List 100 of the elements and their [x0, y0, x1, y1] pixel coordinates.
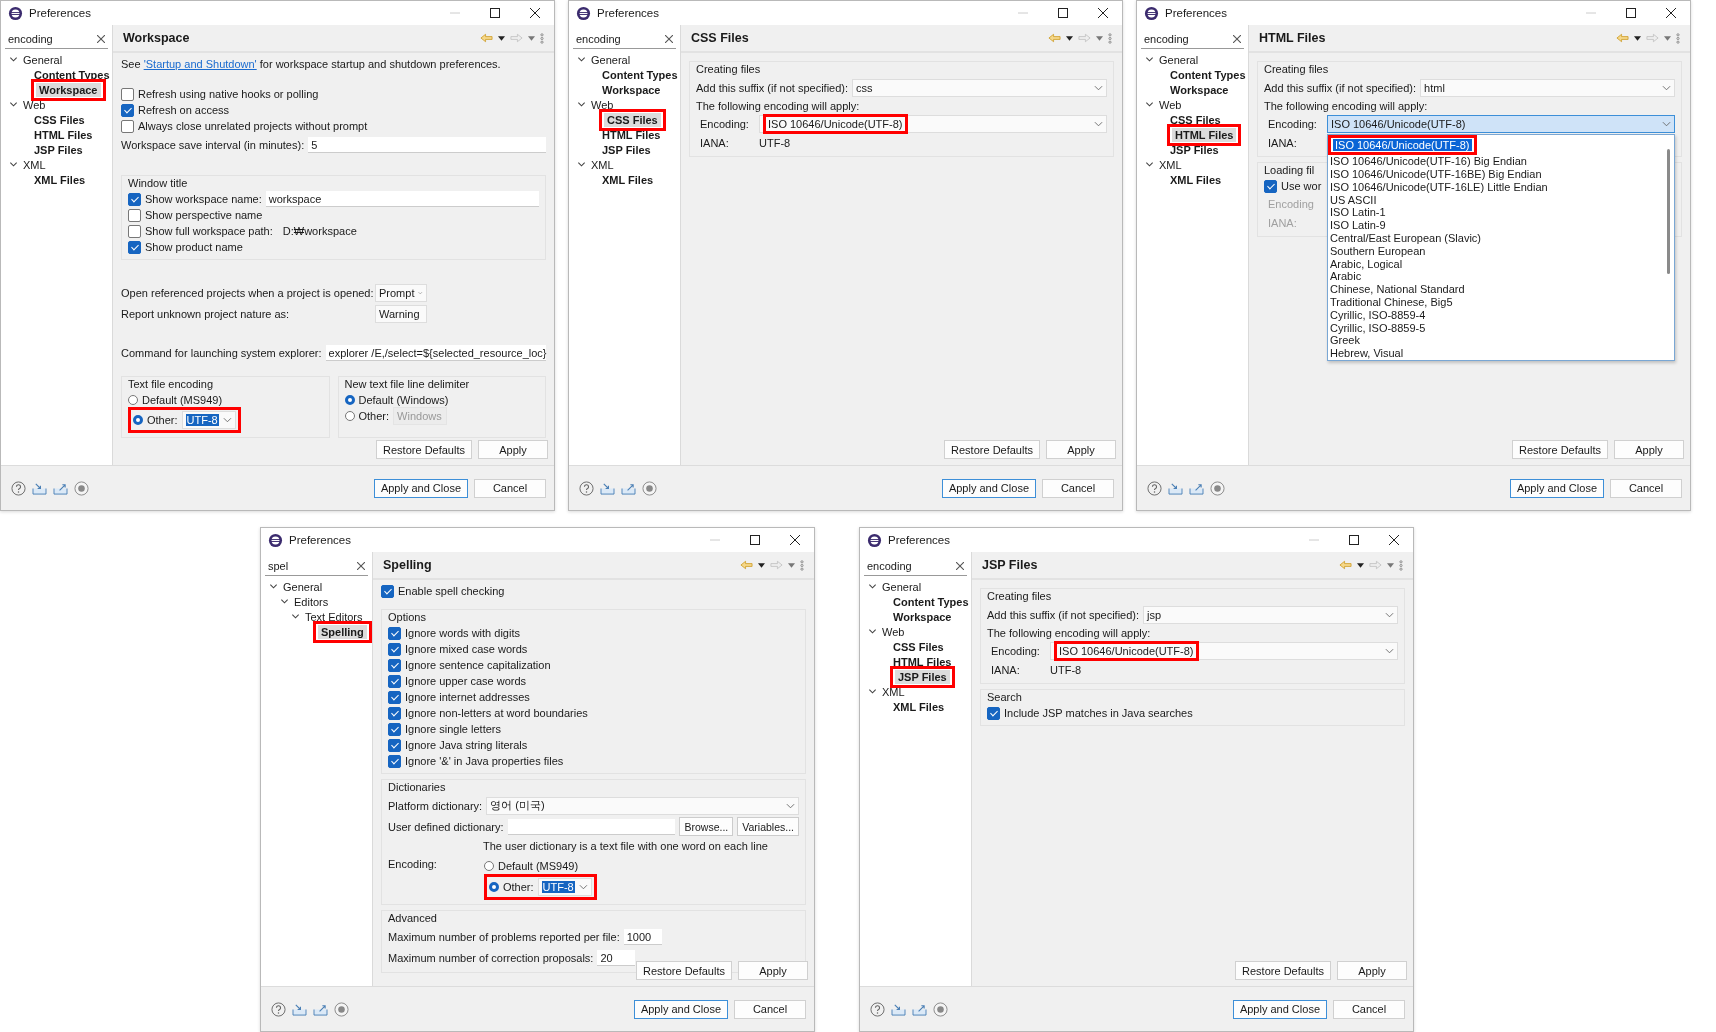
- clear-icon[interactable]: [97, 34, 105, 43]
- checkbox[interactable]: [388, 626, 401, 640]
- page-button[interactable]: Apply: [1337, 961, 1407, 980]
- maximize-icon[interactable]: [1626, 8, 1636, 18]
- tree-item[interactable]: Content Types: [599, 67, 681, 82]
- dropdown[interactable]: css: [852, 78, 1107, 97]
- expand-chevron-icon[interactable]: [577, 160, 586, 169]
- tree-item[interactable]: HTML Files: [890, 654, 955, 669]
- text-field[interactable]: [507, 818, 676, 835]
- export-icon[interactable]: [53, 481, 68, 495]
- tree-item[interactable]: HTML Files: [599, 127, 664, 142]
- dialog-button[interactable]: Cancel: [734, 999, 806, 1019]
- tree-item[interactable]: CSS Files: [1167, 112, 1224, 127]
- tree-item[interactable]: JSP Files: [599, 142, 654, 157]
- clear-icon[interactable]: [956, 561, 964, 570]
- more-options-icon[interactable]: [800, 559, 804, 571]
- radio-button[interactable]: [344, 394, 355, 405]
- dropdown-option[interactable]: Cyrillic, ISO-8859-4: [1328, 308, 1662, 322]
- dropdown-option[interactable]: Hebrew, Visual: [1328, 347, 1662, 361]
- checkbox[interactable]: [388, 706, 401, 720]
- clear-icon[interactable]: [1233, 34, 1241, 43]
- import-icon[interactable]: [292, 1002, 307, 1016]
- more-options-icon[interactable]: [1399, 559, 1403, 571]
- dropdown-option[interactable]: ISO 10646/Unicode(UTF-16LE) Little Endian: [1328, 180, 1662, 194]
- tree-item[interactable]: Workspace: [36, 82, 101, 97]
- tree-item[interactable]: XML: [588, 157, 617, 172]
- help-icon[interactable]: [1147, 480, 1162, 496]
- expand-chevron-icon[interactable]: [9, 55, 18, 64]
- dropdown-option[interactable]: Southern European: [1328, 244, 1662, 258]
- tree-item[interactable]: JSP Files: [1167, 142, 1222, 157]
- tree-item[interactable]: JSP Files: [31, 142, 86, 157]
- dropdown-option[interactable]: ISO 10646/Unicode(UTF-16BE) Big Endian: [1328, 168, 1662, 181]
- tree-item[interactable]: Text Editors: [302, 609, 366, 624]
- dropdown-option[interactable]: ISO 10646/Unicode(UTF-8): [1333, 138, 1472, 152]
- radio-button[interactable]: [344, 411, 355, 421]
- tree-item[interactable]: XML: [879, 684, 908, 699]
- export-icon[interactable]: [912, 1002, 927, 1016]
- dropdown[interactable]: ISO 10646/Unicode(UTF-8): [759, 114, 1107, 133]
- dropdown-option[interactable]: Greek: [1328, 334, 1662, 348]
- expand-chevron-icon[interactable]: [1145, 100, 1154, 109]
- dropdown-option[interactable]: Arabic, Logical: [1328, 257, 1662, 271]
- tree-item[interactable]: General: [588, 52, 634, 67]
- tree-item[interactable]: Web: [20, 97, 49, 112]
- dropdown-arrow-icon[interactable]: [1357, 562, 1364, 568]
- tree-item[interactable]: Web: [588, 97, 617, 112]
- record-icon[interactable]: [642, 480, 657, 496]
- import-icon[interactable]: [32, 481, 47, 495]
- checkbox[interactable]: [388, 690, 401, 704]
- more-options-icon[interactable]: [540, 32, 544, 44]
- dropdown-arrow-icon[interactable]: [1066, 35, 1073, 41]
- dialog-button[interactable]: Apply and Close: [1509, 478, 1604, 498]
- tree-item[interactable]: Web: [879, 624, 908, 639]
- maximize-icon[interactable]: [1349, 535, 1359, 545]
- expand-chevron-icon[interactable]: [1145, 55, 1154, 64]
- action-button[interactable]: Browse...: [679, 817, 734, 836]
- tree-item[interactable]: Workspace: [1167, 82, 1232, 97]
- tree-item[interactable]: Spelling: [318, 624, 367, 639]
- dropdown-option[interactable]: Traditional Chinese, Big5: [1328, 296, 1662, 309]
- dropdown-option[interactable]: Arabic: [1328, 270, 1662, 284]
- dropdown[interactable]: ISO 10646/Unicode(UTF-8): [1327, 114, 1675, 133]
- tree-item[interactable]: Content Types: [890, 594, 972, 609]
- more-options-icon[interactable]: [1108, 32, 1112, 44]
- clear-icon[interactable]: [357, 561, 365, 570]
- close-icon[interactable]: [1666, 8, 1676, 18]
- text-field[interactable]: workspace: [265, 191, 539, 207]
- tree-item[interactable]: XML Files: [1167, 172, 1225, 187]
- checkbox[interactable]: [128, 192, 141, 206]
- help-icon[interactable]: [271, 1001, 286, 1017]
- dialog-button[interactable]: Apply and Close: [941, 478, 1036, 498]
- text-field[interactable]: explorer /E,/select=${selected_resource_loc}: [325, 344, 546, 361]
- expand-chevron-icon[interactable]: [1145, 160, 1154, 169]
- dialog-button[interactable]: Apply and Close: [633, 999, 728, 1019]
- dialog-button[interactable]: Cancel: [474, 478, 546, 498]
- maximize-icon[interactable]: [750, 535, 760, 545]
- text-field[interactable]: 1000: [623, 928, 662, 945]
- dropdown-option[interactable]: ISO Latin-9: [1328, 219, 1662, 233]
- expand-chevron-icon[interactable]: [868, 582, 877, 591]
- close-icon[interactable]: [1098, 8, 1108, 18]
- checkbox[interactable]: [381, 584, 394, 598]
- dialog-button[interactable]: Cancel: [1610, 478, 1682, 498]
- dropdown-option[interactable]: ISO 10646/Unicode(UTF-16) Big Endian: [1328, 155, 1662, 169]
- dropdown-arrow-icon[interactable]: [758, 562, 765, 568]
- checkbox[interactable]: [121, 119, 134, 133]
- tree-item[interactable]: Workspace: [599, 82, 664, 97]
- dropdown-option[interactable]: Chinese, National Standard: [1328, 283, 1662, 297]
- record-icon[interactable]: [933, 1001, 948, 1017]
- dropdown[interactable]: ISO 10646/Unicode(UTF-8): [1050, 641, 1398, 660]
- expand-chevron-icon[interactable]: [577, 100, 586, 109]
- tree-item[interactable]: XML Files: [31, 172, 89, 187]
- tree-item[interactable]: JSP Files: [895, 669, 950, 684]
- expand-chevron-icon[interactable]: [291, 612, 300, 621]
- tree-item[interactable]: General: [1156, 52, 1202, 67]
- maximize-icon[interactable]: [490, 8, 500, 18]
- dropdown-arrow-icon[interactable]: [498, 35, 505, 41]
- checkbox[interactable]: [128, 224, 141, 238]
- expand-chevron-icon[interactable]: [9, 160, 18, 169]
- tree-item[interactable]: Content Types: [1167, 67, 1249, 82]
- tree-item[interactable]: XML Files: [599, 172, 657, 187]
- radio-button[interactable]: [489, 882, 499, 892]
- tree-item[interactable]: XML: [20, 157, 49, 172]
